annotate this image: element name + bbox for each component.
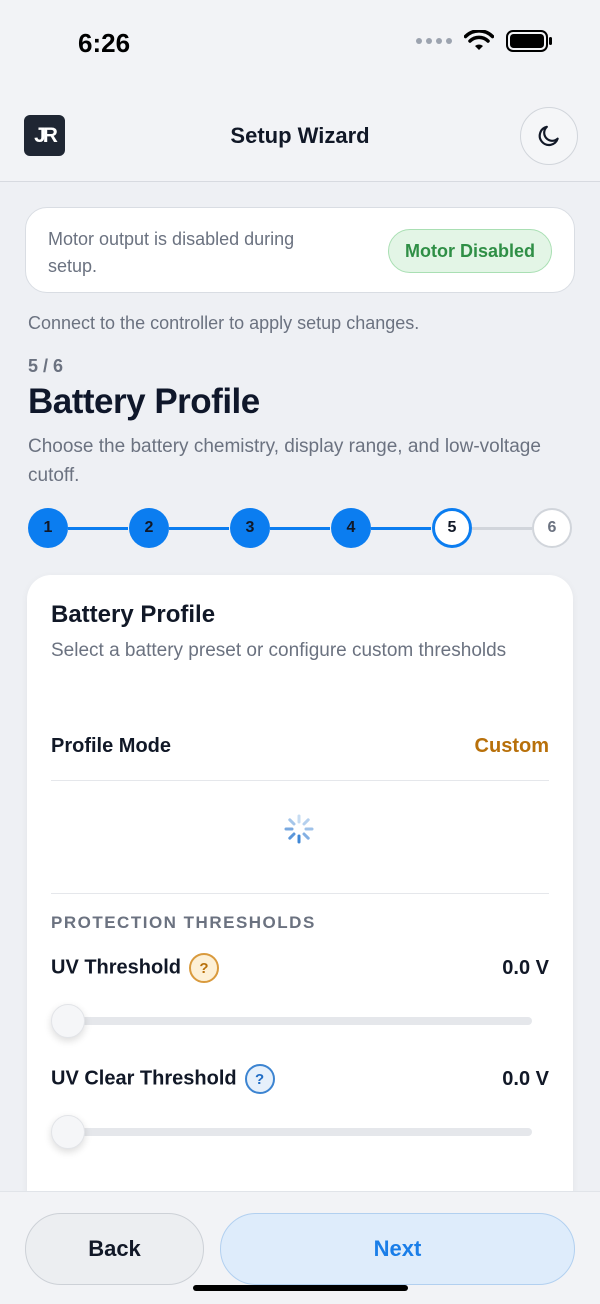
loading-spinner-icon — [284, 814, 314, 844]
status-icons — [416, 30, 552, 52]
battery-profile-card: Battery Profile Select a battery preset … — [27, 575, 573, 1215]
page-description: Choose the battery chemistry, display ra… — [28, 436, 541, 486]
uv-clear-threshold-slider-thumb[interactable] — [51, 1115, 85, 1149]
motor-status-badge: Motor Disabled — [387, 229, 552, 273]
battery-icon — [506, 30, 552, 52]
help-icon[interactable]: ? — [244, 1064, 275, 1094]
step-connector — [472, 527, 532, 530]
uv-clear-threshold-value: 0.0 V — [502, 1068, 549, 1090]
uv-threshold-slider-thumb[interactable] — [51, 1004, 85, 1038]
uv-clear-threshold-row: UV Clear Threshold? — [51, 1064, 275, 1094]
status-bar: 6:26 — [0, 0, 600, 90]
step-connector — [270, 527, 330, 530]
divider — [51, 893, 549, 894]
motor-notice: Motor output is disabled during setup. M… — [25, 207, 575, 293]
card-subtitle: Select a battery preset or configure cus… — [51, 640, 507, 661]
uv-clear-threshold-label: UV Clear Threshold — [51, 1067, 237, 1090]
page-title: Battery Profile — [28, 382, 260, 421]
uv-threshold-label: UV Threshold — [51, 956, 182, 979]
step-5[interactable]: 5 — [432, 508, 472, 548]
step-connector — [371, 527, 431, 530]
step-counter: 5 / 6 — [28, 356, 64, 376]
signal-icon — [416, 38, 452, 44]
profile-mode-value[interactable]: Custom — [475, 735, 549, 758]
app-header: JR Setup Wizard — [0, 90, 600, 182]
divider — [51, 780, 549, 781]
home-indicator — [193, 1285, 408, 1291]
step-6[interactable]: 6 — [532, 508, 572, 548]
wifi-icon — [464, 30, 494, 50]
card-title: Battery Profile — [51, 601, 216, 628]
moon-icon — [538, 125, 559, 147]
wizard-footer: Back Next — [0, 1191, 600, 1304]
uv-threshold-slider-track[interactable] — [65, 1017, 532, 1025]
section-label: PROTECTION THRESHOLDS — [51, 913, 316, 932]
step-3[interactable]: 3 — [230, 508, 270, 548]
connect-hint: Connect to the controller to apply setup… — [28, 313, 420, 333]
step-connector — [68, 527, 128, 530]
step-connector — [169, 527, 229, 530]
step-1[interactable]: 1 — [28, 508, 68, 548]
theme-toggle-button[interactable] — [520, 107, 578, 165]
wizard-stepper: 1 2 3 4 5 6 — [28, 508, 572, 548]
step-2[interactable]: 2 — [129, 508, 169, 548]
uv-threshold-value: 0.0 V — [502, 957, 549, 979]
status-time: 6:26 — [78, 28, 131, 58]
back-button[interactable]: Back — [25, 1213, 204, 1285]
next-button[interactable]: Next — [220, 1213, 575, 1285]
uv-clear-threshold-slider-track[interactable] — [65, 1128, 532, 1136]
profile-mode-label: Profile Mode — [51, 735, 172, 757]
motor-notice-text: Motor output is disabled during setup. — [48, 229, 295, 276]
step-4[interactable]: 4 — [331, 508, 371, 548]
uv-threshold-row: UV Threshold? — [51, 953, 220, 983]
help-icon[interactable]: ? — [189, 953, 220, 983]
page-header-title: Setup Wizard — [230, 123, 370, 148]
